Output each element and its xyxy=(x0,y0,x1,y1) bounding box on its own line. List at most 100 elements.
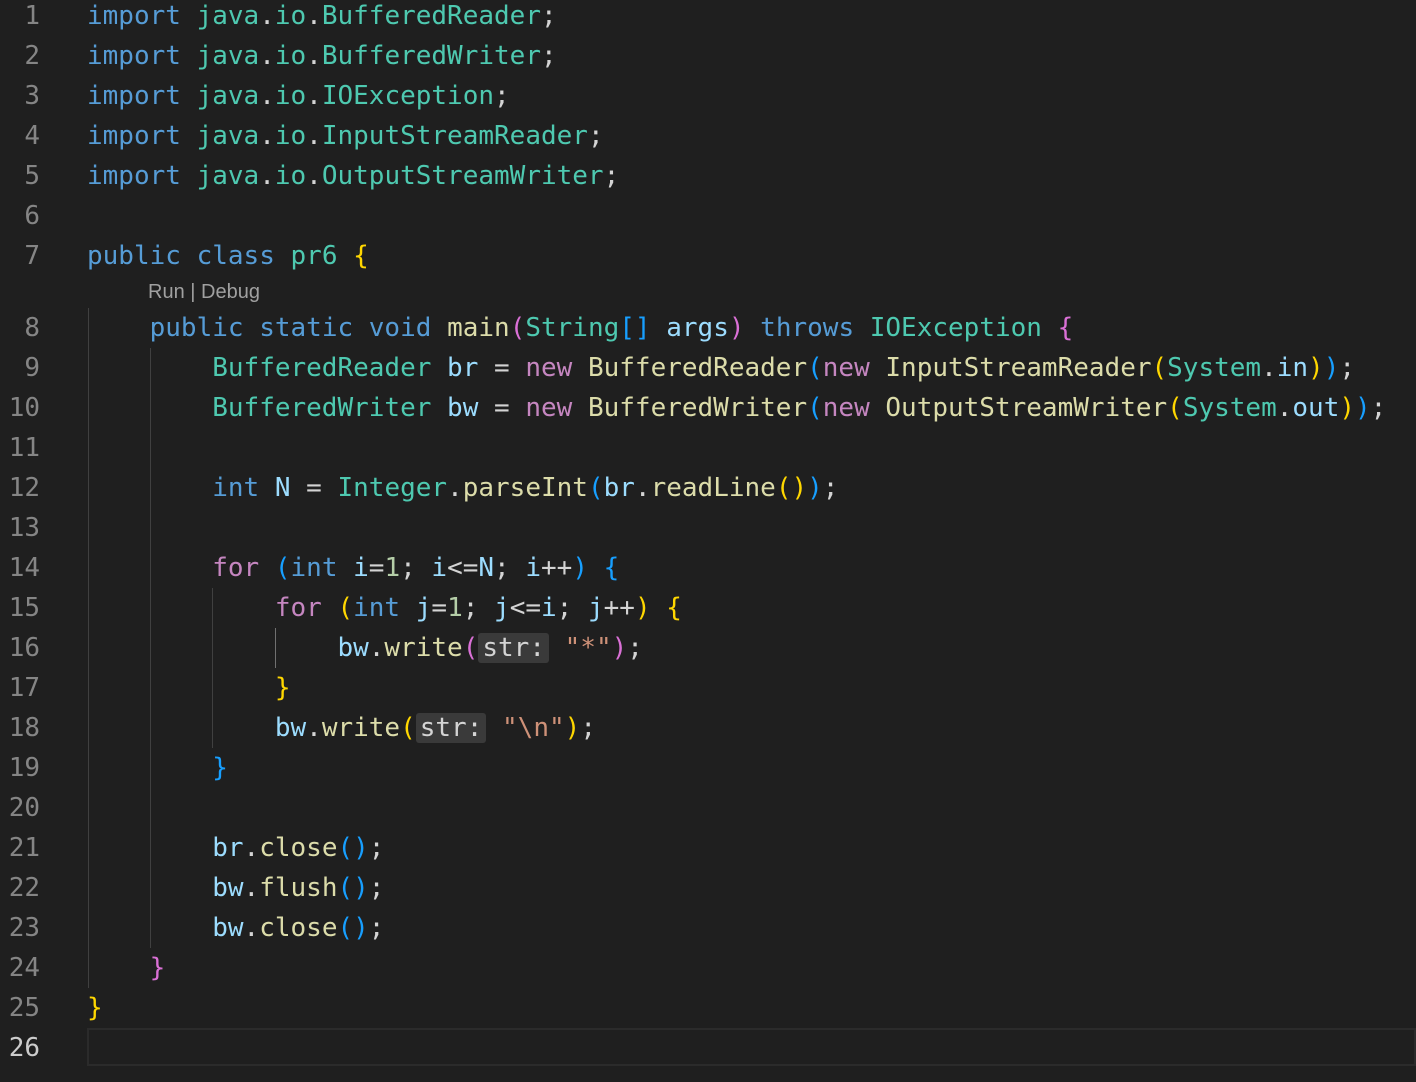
codelens-debug-link[interactable]: Debug xyxy=(201,281,260,303)
line-number: 16 xyxy=(8,633,40,663)
code-line[interactable]: 11 xyxy=(0,428,1416,468)
code-line[interactable]: 5 import java.io.OutputStreamWriter; xyxy=(0,156,1416,196)
code-token: j xyxy=(587,593,604,623)
code-token: System xyxy=(1182,393,1277,423)
code-line[interactable]: 1 import java.io.BufferedReader; xyxy=(0,0,1416,36)
line-number: 6 xyxy=(24,201,40,231)
code-token: ; xyxy=(540,41,557,71)
code-line[interactable]: 25} xyxy=(0,988,1416,1028)
codelens: Run | Debug xyxy=(148,278,260,306)
code-token: () xyxy=(775,473,808,503)
code-line[interactable]: 3 import java.io.IOException; xyxy=(0,76,1416,116)
code-line[interactable]: 17 } xyxy=(0,668,1416,708)
code-token: 1 xyxy=(447,593,463,623)
code-line[interactable]: 16 bw.write(str: "*"); xyxy=(0,628,1416,668)
code-token: int xyxy=(212,473,260,503)
line-code: for (int j=1; j<=i; j++) { xyxy=(87,588,682,628)
code-token: ( xyxy=(1167,393,1183,423)
code-line[interactable]: 21 br.close(); xyxy=(0,828,1416,868)
code-line[interactable]: 6 xyxy=(0,196,1416,236)
code-line[interactable]: 7 public class pr6 { xyxy=(0,236,1416,276)
line-code: import java.io.BufferedReader; xyxy=(87,0,557,36)
code-token: readLine xyxy=(650,473,776,503)
code-token: class xyxy=(196,241,275,271)
code-line[interactable]: 13 xyxy=(0,508,1416,548)
line-code: int N = Integer.parseInt(br.readLine()); xyxy=(87,468,838,508)
code-token: out xyxy=(1292,393,1340,423)
code-line[interactable]: 23 bw.close(); xyxy=(0,908,1416,948)
code-token: ) xyxy=(728,313,745,343)
code-token: io xyxy=(274,161,307,191)
code-line[interactable]: 4 import java.io.InputStreamReader; xyxy=(0,116,1416,156)
code-line[interactable]: 2 import java.io.BufferedWriter; xyxy=(0,36,1416,76)
line-code: } xyxy=(87,748,228,788)
code-line[interactable]: 18 bw.write(str: "\n"); xyxy=(0,708,1416,748)
code-token: public xyxy=(149,313,244,343)
code-line[interactable]: 15 for (int j=1; j<=i; j++) { xyxy=(0,588,1416,628)
line-code: BufferedReader br = new BufferedReader(n… xyxy=(87,348,1355,388)
code-token: ; xyxy=(580,713,596,743)
line-number: 13 xyxy=(8,513,40,543)
inlay-hint: str: xyxy=(478,633,549,663)
code-token: import xyxy=(87,41,181,71)
code-line[interactable]: 26 xyxy=(0,1028,1416,1068)
line-code: public static void main(String[] args) t… xyxy=(87,308,1074,348)
code-token: java xyxy=(196,161,260,191)
code-token: = xyxy=(290,473,338,503)
code-token: parseInt xyxy=(462,473,588,503)
code-token: () xyxy=(337,873,369,903)
code-token: ; xyxy=(587,121,604,151)
code-token: br xyxy=(212,833,244,863)
code-token: io xyxy=(274,121,307,151)
code-line[interactable]: 14 for (int i=1; i<=N; i++) { xyxy=(0,548,1416,588)
codelens-run-link[interactable]: Run xyxy=(148,281,185,303)
code-token: BufferedWriter xyxy=(587,393,808,423)
code-line[interactable]: 10 BufferedWriter bw = new BufferedWrite… xyxy=(0,388,1416,428)
code-token: write xyxy=(321,713,401,743)
line-code: BufferedWriter bw = new BufferedWriter(n… xyxy=(87,388,1386,428)
code-token: = xyxy=(431,593,448,623)
code-token: "\n" xyxy=(502,713,565,743)
code-token: 1 xyxy=(384,553,401,583)
code-token: OutputStreamWriter xyxy=(885,393,1168,423)
code-token: new xyxy=(525,393,573,423)
code-token: . xyxy=(1261,353,1277,383)
code-line[interactable]: 8 public static void main(String[] args)… xyxy=(0,308,1416,348)
code-token: java xyxy=(196,81,260,111)
code-token: i xyxy=(541,593,557,623)
code-token: ( xyxy=(400,713,416,743)
code-line[interactable]: 9 BufferedReader br = new BufferedReader… xyxy=(0,348,1416,388)
code-editor[interactable]: Run | Debug 1 import java.io.BufferedRead… xyxy=(0,0,1416,1082)
code-token: for xyxy=(212,553,260,583)
code-line[interactable]: 24 } xyxy=(0,948,1416,988)
code-token: () xyxy=(337,913,369,943)
code-token: ; xyxy=(1370,393,1387,423)
code-line[interactable]: 19 } xyxy=(0,748,1416,788)
code-token: public xyxy=(87,241,181,271)
line-number: 1 xyxy=(24,1,40,31)
code-token: new xyxy=(822,393,870,423)
code-line[interactable]: 22 bw.flush(); xyxy=(0,868,1416,908)
code-line[interactable]: 12 int N = Integer.parseInt(br.readLine(… xyxy=(0,468,1416,508)
code-token: ++ xyxy=(541,553,573,583)
code-line[interactable]: 20 xyxy=(0,788,1416,828)
code-token: close xyxy=(259,833,338,863)
line-code: } xyxy=(87,668,291,708)
code-token: String xyxy=(525,313,620,343)
code-token: ( xyxy=(462,633,479,663)
code-token: ) xyxy=(1323,353,1340,383)
code-token: System xyxy=(1167,353,1262,383)
